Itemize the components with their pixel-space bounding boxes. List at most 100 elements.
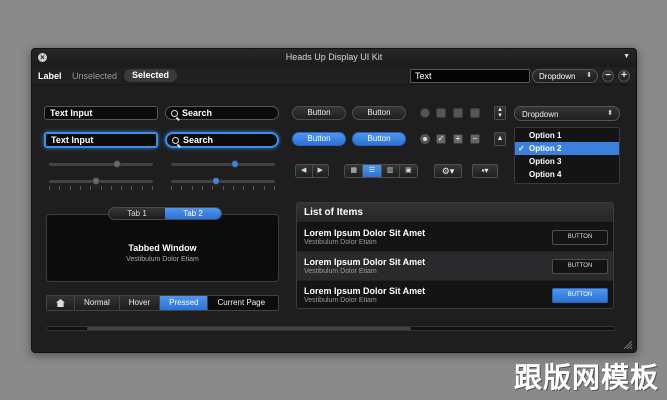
next-arrow-icon[interactable]: ▶: [312, 165, 328, 177]
list-item[interactable]: Lorem Ipsum Dolor Sit Amet Vestibulum Dol…: [297, 252, 613, 281]
breadcrumb-item[interactable]: Hover: [119, 296, 161, 310]
grid-menu-icon[interactable]: ▪▾: [472, 164, 498, 178]
title-bar[interactable]: × Heads Up Display UI Kit ▼: [32, 49, 636, 67]
toolbar-dropdown-label: Dropdown: [539, 72, 576, 81]
slider-knob[interactable]: [231, 160, 240, 168]
search-input-label: Search: [182, 108, 213, 118]
slider-ticks: [171, 186, 275, 190]
plus-button[interactable]: +: [618, 70, 630, 82]
button-blue-rounded[interactable]: Button: [352, 132, 406, 146]
button-blue[interactable]: Button: [292, 132, 346, 146]
search-input-focused[interactable]: Search: [165, 132, 279, 148]
tabbed-window: Tabbed Window Vestibulum Dolor Etiam: [46, 214, 279, 282]
dropdown-menu: Option 1 ✓ Option 2 Option 3 Option 4: [514, 127, 620, 184]
list-item-subtitle: Vestibulum Dolor Etiam: [304, 239, 377, 246]
search-icon: [171, 110, 178, 117]
gear-icon[interactable]: ⚙▾: [434, 164, 462, 178]
slider-knob[interactable]: [91, 177, 100, 185]
breadcrumb-item[interactable]: Normal: [75, 296, 120, 310]
arrow-up-icon[interactable]: ▲: [494, 132, 506, 146]
slider-gray-2[interactable]: [49, 177, 153, 185]
updown-icon: ⬍: [607, 110, 613, 117]
dropdown-options: Option 1 ✓ Option 2 Option 3 Option 4: [515, 129, 619, 181]
dropdown-select[interactable]: Dropdown ⬍: [514, 106, 620, 121]
hud-window: × Heads Up Display UI Kit ▼ Label Unsele…: [31, 48, 637, 353]
tab-1[interactable]: Tab 1: [109, 208, 165, 219]
checkbox-plus-icon[interactable]: +: [453, 134, 463, 144]
toolbar-dropdown[interactable]: Dropdown ⬍: [532, 69, 598, 83]
dropdown-value: Dropdown: [522, 110, 559, 119]
search-icon: [172, 137, 179, 144]
tabbed-window-subtitle: Vestibulum Dolor Etiam: [126, 256, 199, 263]
cover-view-icon[interactable]: ▣: [399, 165, 417, 177]
list-item-subtitle: Vestibulum Dolor Etiam: [304, 297, 377, 304]
prev-arrow-icon[interactable]: ◀: [296, 165, 313, 177]
column-view-icon[interactable]: ▥: [381, 165, 400, 177]
breadcrumb-item: Current Page: [208, 296, 278, 310]
toolbar-unselected-button[interactable]: Unselected: [72, 71, 117, 81]
radio-off[interactable]: [420, 108, 430, 118]
radio-on[interactable]: [420, 134, 430, 144]
dropdown-option[interactable]: Option 1: [515, 129, 619, 142]
toolbar-label: Label: [38, 71, 62, 81]
dropdown-option-label: Option 2: [529, 144, 562, 153]
icon-view-icon[interactable]: ▦: [345, 165, 364, 177]
resize-grip-icon[interactable]: [624, 341, 632, 349]
list-view-icon[interactable]: ☰: [363, 165, 382, 177]
tabbed-window-title: Tabbed Window: [128, 243, 197, 253]
item-list: List of Items Lorem Ipsum Dolor Sit Amet…: [296, 202, 614, 309]
slider-knob[interactable]: [112, 160, 121, 168]
window-title: Heads Up Display UI Kit: [285, 52, 383, 62]
minus-button[interactable]: −: [602, 70, 614, 82]
checkbox-checked-icon[interactable]: ✓: [436, 134, 446, 144]
slider-ticks: [49, 186, 153, 190]
dropdown-option[interactable]: Option 4: [515, 168, 619, 181]
dropdown-option-label: Option 3: [529, 157, 562, 166]
checkmark-icon: ✓: [518, 144, 525, 153]
text-input-focused[interactable]: Text Input: [44, 132, 158, 148]
slider-blue-2[interactable]: [171, 177, 275, 185]
search-input-focused-label: Search: [183, 135, 214, 145]
prev-next-segmented: ◀ ▶: [295, 164, 329, 178]
dropdown-option-label: Option 1: [529, 131, 562, 140]
list-item-button[interactable]: BUTTON: [552, 288, 608, 303]
list-item-button[interactable]: BUTTON: [552, 230, 608, 245]
tab-bar: Tab 1 Tab 2: [108, 207, 222, 220]
list-title: List of Items: [297, 203, 613, 223]
toolbar: Label Unselected Selected Text Dropdown …: [32, 67, 636, 85]
checkbox-off[interactable]: [453, 108, 463, 118]
list-item[interactable]: Lorem Ipsum Dolor Sit Amet Vestibulum Dol…: [297, 281, 613, 308]
slider-blue-1[interactable]: [171, 160, 275, 168]
button-normal-rounded[interactable]: Button: [352, 106, 406, 120]
toolbar-selected-button[interactable]: Selected: [124, 69, 178, 82]
button-normal[interactable]: Button: [292, 106, 346, 120]
window-menu-icon[interactable]: ▼: [623, 53, 630, 60]
list-item-subtitle: Vestibulum Dolor Etiam: [304, 268, 377, 275]
horizontal-scrollbar[interactable]: [46, 326, 616, 331]
stepper-icon[interactable]: ▴ ▾: [494, 106, 506, 120]
watermark: 跟版网模板: [513, 361, 659, 394]
list-item-title: Lorem Ipsum Dolor Sit Amet: [304, 257, 426, 267]
checkbox-off[interactable]: [470, 108, 480, 118]
slider-gray-1[interactable]: [49, 160, 153, 168]
breadcrumb: Normal Hover Pressed Current Page: [46, 295, 279, 311]
list-item[interactable]: Lorem Ipsum Dolor Sit Amet Vestibulum Dol…: [297, 223, 613, 252]
view-switch-segmented: ▦ ☰ ▥ ▣: [344, 164, 418, 178]
tab-2[interactable]: Tab 2: [165, 208, 221, 219]
checkbox-off[interactable]: [436, 108, 446, 118]
home-icon[interactable]: [47, 296, 75, 310]
toolbar-text-field[interactable]: Text: [410, 69, 530, 83]
scroll-thumb[interactable]: [86, 327, 411, 330]
text-input[interactable]: Text Input: [44, 106, 158, 120]
checkbox-minus-icon[interactable]: −: [470, 134, 480, 144]
breadcrumb-item[interactable]: Pressed: [160, 296, 209, 310]
dropdown-option-label: Option 4: [529, 170, 562, 179]
dropdown-option[interactable]: Option 3: [515, 155, 619, 168]
search-input[interactable]: Search: [165, 106, 279, 120]
slider-knob[interactable]: [211, 177, 220, 185]
list-item-title: Lorem Ipsum Dolor Sit Amet: [304, 228, 426, 238]
dropdown-option[interactable]: ✓ Option 2: [515, 142, 619, 155]
list-item-button[interactable]: BUTTON: [552, 259, 608, 274]
updown-icon: ⬍: [586, 72, 592, 79]
list-item-title: Lorem Ipsum Dolor Sit Amet: [304, 286, 426, 296]
